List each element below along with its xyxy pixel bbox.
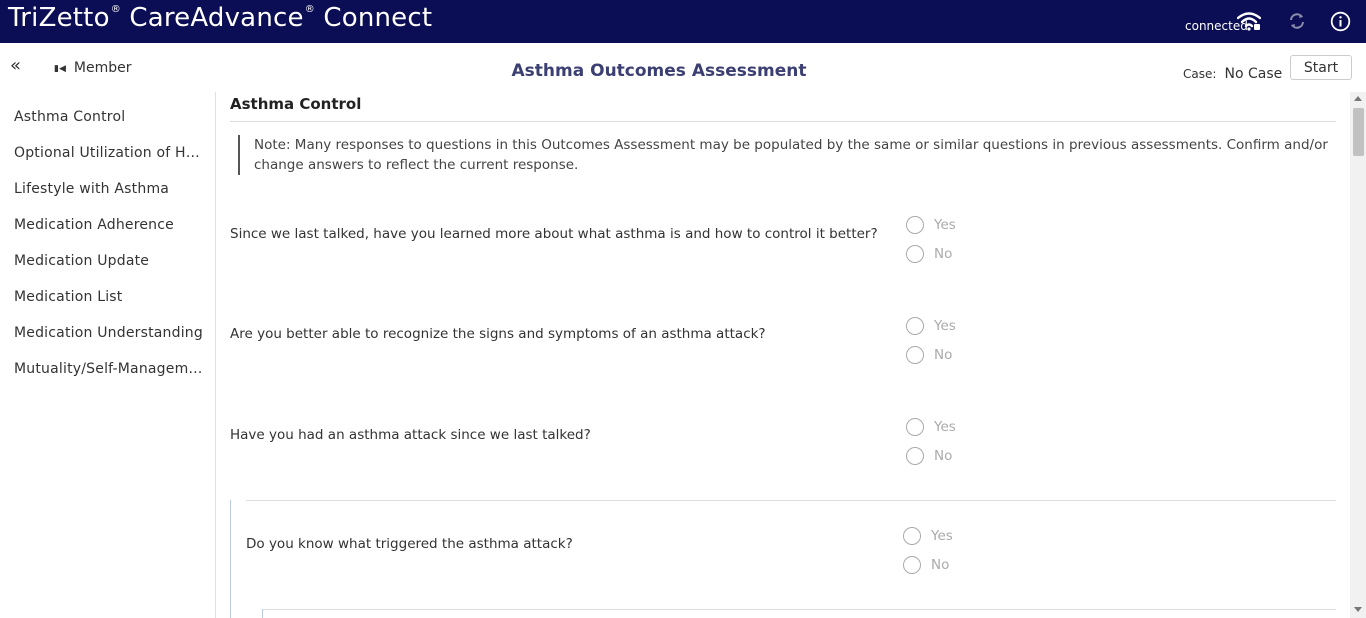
start-button[interactable]: Start	[1290, 55, 1352, 80]
radio-button[interactable]	[903, 527, 921, 545]
sidebar-item-lifestyle-with-asthma[interactable]: Lifestyle with Asthma	[14, 181, 204, 197]
radio-button[interactable]	[906, 418, 924, 436]
radio-option-no[interactable]: No	[906, 345, 952, 365]
case-indicator: Case: No Case	[1183, 63, 1282, 82]
option-label: Yes	[934, 217, 956, 233]
radio-option-no[interactable]: No	[903, 555, 949, 575]
sidebar-item-mutuality-self-management[interactable]: Mutuality/Self-Management	[14, 361, 204, 377]
assessment-note: Note: Many responses to questions in thi…	[238, 135, 1338, 175]
app-title: TriZetto® CareAdvance® Connect	[8, 3, 433, 33]
scrollbar-thumb[interactable]	[1353, 108, 1364, 156]
sidebar-item-medication-understanding[interactable]: Medication Understanding	[14, 325, 204, 341]
option-label: No	[934, 246, 953, 262]
nested-question-indicator	[230, 500, 231, 618]
section-title: Asthma Control	[230, 95, 362, 113]
radio-button[interactable]	[906, 447, 924, 465]
skip-back-icon: ▮◀	[54, 64, 66, 74]
radio-button[interactable]	[903, 556, 921, 574]
case-label: Case:	[1183, 67, 1217, 81]
radio-option-yes[interactable]: Yes	[906, 215, 956, 235]
option-label: No	[931, 557, 950, 573]
question-text: Since we last talked, have you learned m…	[230, 226, 878, 242]
question-text: Are you better able to recognize the sig…	[230, 326, 766, 342]
sync-icon[interactable]	[1287, 11, 1307, 31]
radio-button[interactable]	[906, 216, 924, 234]
content-scrollbar[interactable]	[1350, 92, 1366, 618]
collapse-sidebar-button[interactable]: «	[10, 55, 21, 76]
sidebar-item-asthma-control[interactable]: Asthma Control	[14, 109, 204, 125]
radio-button[interactable]	[906, 245, 924, 263]
wifi-icon	[1237, 12, 1261, 31]
nested-question-indicator	[262, 609, 263, 618]
option-label: Yes	[934, 318, 956, 334]
divider	[246, 500, 1336, 501]
option-label: No	[934, 347, 953, 363]
app-header: TriZetto® CareAdvance® Connect connected	[0, 0, 1366, 43]
radio-option-no[interactable]: No	[906, 244, 952, 264]
member-label: Member	[73, 60, 132, 76]
scroll-up-icon[interactable]	[1354, 96, 1362, 101]
section-sidebar: Asthma Control Optional Utilization of H…	[0, 92, 216, 618]
radio-option-yes[interactable]: Yes	[903, 526, 953, 546]
divider	[230, 121, 1336, 122]
page-title: Asthma Outcomes Assessment	[511, 61, 807, 81]
sidebar-item-medication-list[interactable]: Medication List	[14, 289, 204, 305]
assessment-content: Asthma Control Note: Many responses to q…	[216, 92, 1350, 618]
sidebar-item-medication-adherence[interactable]: Medication Adherence	[14, 217, 204, 233]
option-label: No	[934, 448, 953, 464]
radio-option-yes[interactable]: Yes	[906, 417, 956, 437]
question-text: Do you know what triggered the asthma at…	[246, 536, 573, 552]
member-button[interactable]: ▮◀ Member	[54, 60, 131, 76]
option-label: Yes	[934, 419, 956, 435]
radio-button[interactable]	[906, 317, 924, 335]
sidebar-item-optional-utilization[interactable]: Optional Utilization of Hospital Service…	[14, 145, 204, 161]
radio-option-no[interactable]: No	[906, 446, 952, 466]
case-value: No Case	[1224, 66, 1283, 82]
question-text: Have you had an asthma attack since we l…	[230, 427, 591, 443]
option-label: Yes	[931, 528, 953, 544]
info-icon[interactable]	[1330, 11, 1351, 32]
sidebar-item-medication-update[interactable]: Medication Update	[14, 253, 204, 269]
scroll-down-icon[interactable]	[1354, 607, 1362, 612]
divider	[262, 609, 1336, 610]
radio-button[interactable]	[906, 346, 924, 364]
radio-option-yes[interactable]: Yes	[906, 316, 956, 336]
